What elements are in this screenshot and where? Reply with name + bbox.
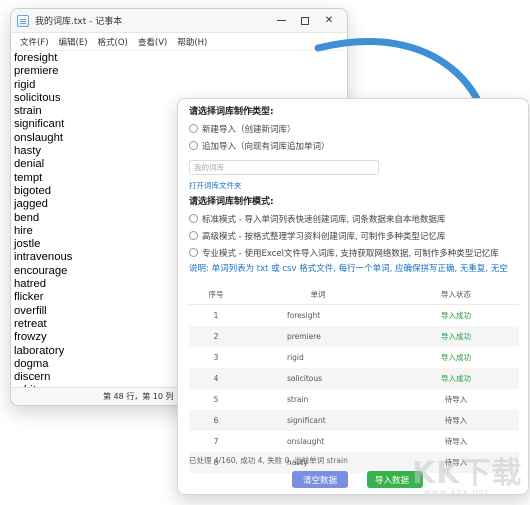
radio-standard-mode-label: 标准模式 - 导入单词列表快速创建词库, 词条数据来自本地数据库: [202, 214, 446, 225]
row-word: premiere: [243, 326, 393, 347]
notepad-app-icon: [17, 14, 29, 27]
row-index: 2: [189, 326, 243, 347]
row-status: 导入成功: [441, 311, 471, 320]
radio-circle-icon: [189, 141, 198, 150]
row-index: 7: [213, 437, 219, 446]
wordlist-name-input[interactable]: 我的词库: [189, 160, 379, 175]
radio-append-import[interactable]: 追加导入（向现有词库追加单词）: [189, 138, 528, 153]
clear-data-button[interactable]: 清空数据: [292, 471, 348, 488]
wordlist-name-placeholder: 我的词库: [194, 163, 224, 172]
close-button[interactable]: ✕: [317, 11, 341, 31]
table-row[interactable]: 4 solicitous 导入成功: [189, 368, 519, 389]
table-body: 1 foresight 导入成功 2 premiere 导入成功 3 rigid 导入成功 4 so…: [189, 305, 519, 473]
progress-text: 已处理 4/160, 成功 4, 失败 0, 当前单词 strain: [189, 456, 348, 465]
minimize-button[interactable]: [269, 11, 293, 31]
row-word: rigid: [287, 353, 304, 362]
column-header-index: 序号: [189, 285, 243, 305]
column-header-word: 单词: [243, 285, 393, 305]
radio-new-import-label: 新建导入（创建新词库）: [202, 124, 296, 135]
radio-circle-icon: [189, 231, 198, 240]
radio-pro-mode-label: 专业模式 - 使用Excel文件导入词库, 支持获取网络数据, 可制作多种类型记…: [202, 248, 499, 259]
format-note: 说明: 单词列表为 txt 或 csv 格式文件, 每行一个单词, 应确保拼写正…: [189, 264, 508, 274]
radio-circle-icon: [189, 248, 198, 257]
row-word: onslaught: [287, 437, 325, 446]
radio-circle-icon: [189, 124, 198, 133]
notepad-titlebar: 我的词库.txt - 记事本 ✕: [11, 9, 347, 33]
row-status: 待导入: [393, 452, 519, 473]
maximize-icon: [301, 16, 309, 25]
table-row[interactable]: 6 significant 待导入: [189, 410, 519, 431]
column-header-status: 导入状态: [393, 285, 519, 305]
row-index: 1: [213, 311, 219, 320]
type-heading: 请选择词库制作类型:: [189, 107, 274, 117]
cursor-position: 第 48 行，第 10 列: [103, 392, 174, 401]
radio-append-import-label: 追加导入（向现有词库追加单词）: [202, 141, 330, 152]
wordlist-import-window: 请选择词库制作类型: 新建导入（创建新词库） 追加导入（向现有词库追加单词） 我…: [177, 98, 529, 495]
row-status: 待导入: [444, 395, 468, 404]
notepad-menubar: 文件(F) 编辑(E) 格式(O) 查看(V) 帮助(H): [11, 33, 347, 51]
row-word: strain: [287, 395, 309, 404]
close-icon: ✕: [324, 15, 334, 26]
menu-file[interactable]: 文件(F): [15, 36, 54, 48]
row-index: 4: [189, 368, 243, 389]
text-line: foresight: [14, 52, 58, 64]
open-folder-link[interactable]: 打开词库文件夹: [189, 179, 528, 192]
row-index: 6: [189, 410, 243, 431]
row-status: 导入成功: [393, 326, 519, 347]
table-row[interactable]: 2 premiere 导入成功: [189, 326, 519, 347]
text-line: premiere: [14, 65, 59, 78]
import-status-table: 序号 单词 导入状态 1 foresight 导入成功 2 premiere 导入成功 3 r…: [189, 285, 519, 473]
menu-edit[interactable]: 编辑(E): [54, 36, 93, 48]
text-line: rigid: [14, 78, 36, 91]
row-status: 待导入: [393, 410, 519, 431]
radio-circle-icon: [189, 214, 198, 223]
import-data-button[interactable]: 导入数据: [367, 471, 423, 488]
row-status: 导入成功: [393, 368, 519, 389]
table-row[interactable]: 7 onslaught 待导入: [189, 431, 519, 452]
row-word: foresight: [287, 311, 321, 320]
row-status: 导入成功: [441, 353, 471, 362]
radio-standard-mode[interactable]: 标准模式 - 导入单词列表快速创建词库, 词条数据来自本地数据库: [189, 211, 528, 226]
table-row[interactable]: 1 foresight 导入成功: [189, 305, 519, 327]
menu-help[interactable]: 帮助(H): [172, 36, 212, 48]
table-row[interactable]: 5 strain 待导入: [189, 389, 519, 410]
radio-advanced-mode-label: 高级模式 - 按格式整理学习资料创建词库, 可制作多种类型记忆库: [202, 231, 446, 242]
table-header-row: 序号 单词 导入状态: [189, 285, 519, 305]
minimize-icon: [276, 20, 286, 21]
radio-pro-mode[interactable]: 专业模式 - 使用Excel文件导入词库, 支持获取网络数据, 可制作多种类型记…: [189, 245, 528, 260]
row-index: 3: [213, 353, 219, 362]
radio-advanced-mode[interactable]: 高级模式 - 按格式整理学习资料创建词库, 可制作多种类型记忆库: [189, 228, 528, 243]
row-word: significant: [243, 410, 393, 431]
mode-heading: 请选择词库制作模式:: [189, 197, 274, 207]
notepad-title: 我的词库.txt - 记事本: [35, 17, 123, 27]
menu-format[interactable]: 格式(O): [93, 36, 133, 48]
row-word: solicitous: [243, 368, 393, 389]
screenshot-stage: 我的词库.txt - 记事本 ✕ 文件(F) 编辑(E) 格式(O) 查看(V)…: [0, 0, 530, 505]
table-row[interactable]: 3 rigid 导入成功: [189, 347, 519, 368]
radio-new-import[interactable]: 新建导入（创建新词库）: [189, 121, 528, 136]
row-index: 5: [213, 395, 219, 404]
menu-view[interactable]: 查看(V): [133, 36, 172, 48]
maximize-button[interactable]: [293, 11, 317, 31]
row-status: 待导入: [444, 437, 468, 446]
